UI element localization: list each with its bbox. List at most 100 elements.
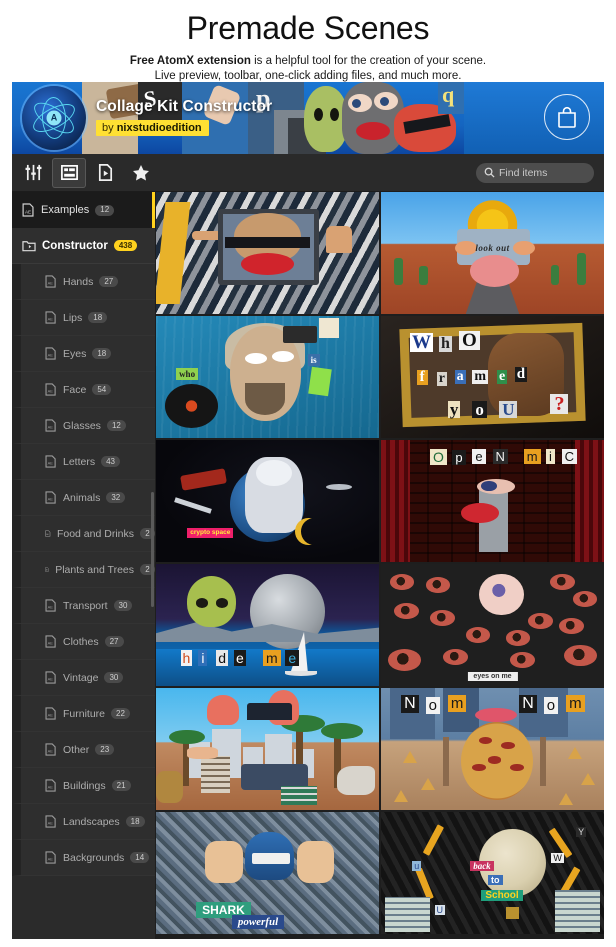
ae-file-icon: AE xyxy=(45,563,49,576)
toolbar-button-list-view[interactable] xyxy=(52,158,86,188)
thumb-look-out-car[interactable]: look out xyxy=(381,192,604,314)
star-icon xyxy=(131,163,151,183)
page-subtitle-bold: Free AtomX extension xyxy=(130,55,251,67)
atomx-logo: A xyxy=(22,86,86,150)
sidebar-group-constructor[interactable]: Constructor 438 xyxy=(12,228,155,264)
toolbar-button-preview[interactable] xyxy=(88,158,122,188)
sidebar-item-backgrounds[interactable]: AEBackgrounds14 xyxy=(12,840,155,876)
product-title: Collage Kit Constructor xyxy=(96,98,272,116)
sidebar-item-label: Glasses xyxy=(63,420,101,432)
sidebar-item-label: Furniture xyxy=(63,708,105,720)
letter-nom2-n: N xyxy=(519,695,537,713)
author-prefix: by xyxy=(102,122,117,134)
sidebar-item-hands[interactable]: AE Hands 27 xyxy=(12,264,155,300)
sidebar-item-lips[interactable]: AELips18 xyxy=(12,300,155,336)
thumb-city-furniture[interactable] xyxy=(156,688,379,810)
thumb-caption-school: School xyxy=(481,890,522,901)
search-input[interactable]: Find items xyxy=(476,163,594,183)
ae-file-icon: AE xyxy=(45,707,57,720)
sidebar-item-label: Transport xyxy=(63,600,108,612)
ae-file-icon: AE xyxy=(45,743,57,756)
sidebar-item-transport[interactable]: AETransport30 xyxy=(12,588,155,624)
sidebar-item-count: 23 xyxy=(95,744,114,755)
banner-collage-art: S p q xyxy=(12,82,604,154)
letter-question: ? xyxy=(550,394,568,414)
bag-icon xyxy=(557,106,577,128)
thumb-hide-me[interactable]: h i d e m e xyxy=(156,564,379,686)
sidebar-item-other[interactable]: AEOther23 xyxy=(12,732,155,768)
letter-open-o: O xyxy=(430,449,447,465)
svg-text:AE: AE xyxy=(48,713,54,718)
letter-hide-h: h xyxy=(181,650,193,666)
svg-text:AE: AE xyxy=(48,677,54,682)
letter-open-e: e xyxy=(472,449,485,464)
sidebar-scrollbar[interactable] xyxy=(151,492,154,607)
thumb-tv-face[interactable] xyxy=(156,192,379,314)
sidebar-item-furniture[interactable]: AEFurniture22 xyxy=(12,696,155,732)
sidebar-item-examples[interactable]: AE Examples 12 xyxy=(12,192,155,228)
sidebar-item-label: Hands xyxy=(63,276,93,288)
letter-y: y xyxy=(448,401,461,418)
folder-icon xyxy=(22,239,36,252)
sidebar-item-count: 27 xyxy=(99,276,118,287)
sidebar-item-eyes[interactable]: AEEyes18 xyxy=(12,336,155,372)
sidebar-item-label: Animals xyxy=(63,492,100,504)
sidebar-count-examples: 12 xyxy=(95,205,114,216)
toolbar-button-settings[interactable] xyxy=(16,158,50,188)
search-container: Find items xyxy=(476,163,594,183)
page-subtitle-line1: Free AtomX extension is a helpful tool f… xyxy=(0,54,616,69)
logo-letter: A xyxy=(47,111,62,126)
svg-text:AE: AE xyxy=(48,605,54,610)
sidebar-item-plants-and-trees[interactable]: AEPlants and Trees2 xyxy=(12,552,155,588)
scene-thumbnail-grid: look out who is W xyxy=(155,192,604,939)
ae-file-icon: AE xyxy=(45,419,57,432)
letter-o2: o xyxy=(472,401,487,418)
svg-text:AE: AE xyxy=(48,857,54,862)
sidebar-item-count: 18 xyxy=(126,816,145,827)
letter-u: U xyxy=(499,401,517,418)
thumb-eyes-on-me[interactable]: eyes on me xyxy=(381,564,604,686)
ae-file-icon: AE xyxy=(45,455,57,468)
letter-f: f xyxy=(417,370,428,385)
app-toolbar: Find items xyxy=(12,154,604,192)
list-view-icon xyxy=(60,163,79,182)
search-icon xyxy=(484,167,495,178)
ae-file-icon: AE xyxy=(45,275,57,288)
sidebar-item-face[interactable]: AEFace54 xyxy=(12,372,155,408)
letter-nom1-o: o xyxy=(426,697,440,714)
thumb-nom-nom-pizza[interactable]: N o m N o m xyxy=(381,688,604,810)
letter-e: e xyxy=(497,370,507,384)
sidebar-item-food-and-drinks[interactable]: AEFood and Drinks2 xyxy=(12,516,155,552)
toolbar-button-favorites[interactable] xyxy=(124,158,158,188)
sidebar-item-animals[interactable]: AEAnimals32 xyxy=(12,480,155,516)
sidebar-item-letters[interactable]: AELetters43 xyxy=(12,444,155,480)
letter-w: W xyxy=(410,333,433,352)
thumb-shark-powerful[interactable]: SHARK powerful xyxy=(156,812,379,934)
ae-file-icon: AE xyxy=(45,671,57,684)
thumb-crypto-space[interactable]: crypto space xyxy=(156,440,379,562)
ae-file-icon: AE xyxy=(45,599,57,612)
letter-mic-c: C xyxy=(562,449,577,464)
sidebar-item-landscapes[interactable]: AELandscapes18 xyxy=(12,804,155,840)
letter-nom2-m: m xyxy=(566,695,585,712)
sidebar-item-clothes[interactable]: AEClothes27 xyxy=(12,624,155,660)
ae-file-icon: AE xyxy=(45,311,57,324)
sidebar-item-label: Food and Drinks xyxy=(57,528,134,540)
sidebar-item-count: 43 xyxy=(101,456,120,467)
app-body: AE Examples 12 Constructor 438 AE Hands 27… xyxy=(12,192,604,939)
thumb-open-mic[interactable]: O p e N m i C xyxy=(381,440,604,562)
ae-file-icon: AE xyxy=(45,851,57,864)
thumb-who-framed-you[interactable]: W h O f r a m e d y o U ? xyxy=(381,316,604,438)
thumb-who-is-face[interactable]: who is xyxy=(156,316,379,438)
cart-button[interactable] xyxy=(544,94,590,140)
sidebar-item-glasses[interactable]: AEGlasses12 xyxy=(12,408,155,444)
sidebar-item-buildings[interactable]: AEBuildings21 xyxy=(12,768,155,804)
ae-file-icon: AE xyxy=(45,635,57,648)
ae-file-icon: AE xyxy=(45,779,57,792)
app-window: S p q A Collage Kit Construc xyxy=(12,82,604,939)
svg-text:AE: AE xyxy=(48,317,54,322)
sidebar-item-vintage[interactable]: AEVintage30 xyxy=(12,660,155,696)
sidebar-item-label: Backgrounds xyxy=(63,852,124,864)
sliders-icon xyxy=(24,163,43,182)
thumb-back-to-school[interactable]: back to School u U W Y xyxy=(381,812,604,934)
